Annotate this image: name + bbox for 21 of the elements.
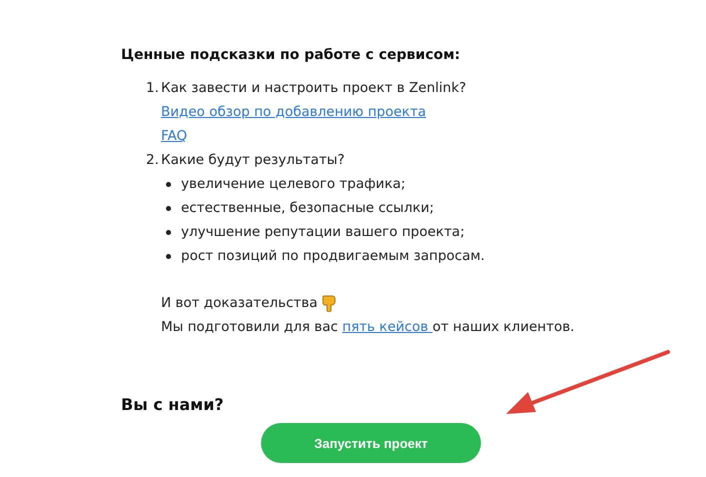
help-link[interactable]: Видео обзор по добавлению проекта bbox=[161, 100, 426, 124]
list-number: 2. bbox=[146, 151, 160, 170]
result-item: рост позиций по продвигаемым запросам. bbox=[181, 247, 485, 266]
result-item: улучшение репутации вашего проекта; bbox=[181, 223, 465, 242]
cases-link[interactable]: пять кейсов bbox=[342, 319, 432, 335]
bullet-icon bbox=[166, 254, 171, 258]
result-item: естественные, безопасные ссылки; bbox=[181, 199, 434, 218]
step-title: Как завести и настроить проект в Zenlink? bbox=[161, 79, 466, 98]
result-item: увеличение целевого трафика; bbox=[181, 175, 406, 194]
bullet-icon bbox=[166, 206, 171, 210]
list-number: 1. bbox=[146, 79, 160, 98]
cases-text: Мы подготовили для вас пять кейсов от наших клиентов. bbox=[161, 318, 576, 337]
help-link[interactable]: FAQ bbox=[161, 124, 188, 148]
proof-text: И вот доказательства bbox=[161, 294, 318, 313]
cta-question: Вы с нами? bbox=[121, 394, 225, 416]
bullet-icon bbox=[166, 182, 171, 186]
step-title: Какие будут результаты? bbox=[161, 151, 345, 170]
start-project-button[interactable]: Запустить проект bbox=[261, 423, 481, 463]
tips-heading: Ценные подсказки по работе с сервисом: bbox=[121, 46, 462, 65]
bullet-icon bbox=[166, 230, 171, 234]
pointing-hand-icon bbox=[322, 294, 336, 312]
